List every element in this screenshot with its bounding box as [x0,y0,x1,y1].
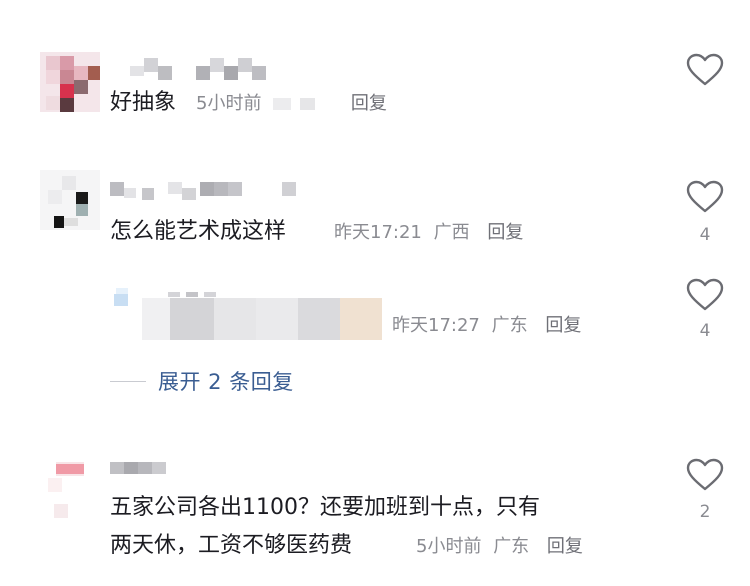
like-count: 2 [699,502,711,522]
reply-meta: 昨天17:27 广东 回复 [392,314,581,338]
expand-replies-button[interactable]: 展开 2 条回复 [110,366,294,396]
comment-location [273,98,334,110]
reply-avatar[interactable] [110,280,140,310]
expand-replies-label: 展开 2 条回复 [158,370,294,394]
expand-divider [110,380,146,382]
like-heart-icon[interactable] [686,180,724,214]
reply-button[interactable]: 回复 [351,93,387,114]
comment-meta: 5小时前 回复 [196,92,387,116]
avatar[interactable] [40,170,100,230]
comment-meta: 昨天17:21 广西 回复 [334,221,523,245]
comment-text: 五家公司各出1100？还要加班到十点，只有 [110,495,540,520]
username[interactable] [110,178,300,202]
comment-text: 两天休，工资不够医药费 [110,533,353,558]
username[interactable] [130,58,270,84]
comment-time: 5小时前 [196,93,262,114]
reply-location: 广东 [491,315,528,336]
reply-button[interactable]: 回复 [487,222,523,243]
reply-button[interactable]: 回复 [547,536,583,557]
comment-text: 好抽象 [110,90,177,115]
like-heart-icon[interactable] [686,53,724,87]
comment-time: 5小时前 [416,536,482,557]
comment-text: 怎么能艺术成这样 [110,219,287,244]
comment-location: 广东 [493,536,530,557]
avatar[interactable] [40,460,100,520]
username[interactable] [110,460,170,476]
reply-button[interactable]: 回复 [545,315,581,336]
comment-meta: 5小时前 广东 回复 [416,535,583,559]
reply-text-redacted [142,298,382,340]
like-heart-icon[interactable] [686,458,724,492]
avatar[interactable] [40,52,100,112]
like-heart-icon[interactable] [686,278,724,312]
comment-time: 昨天17:21 [334,222,422,243]
reply-username[interactable] [168,290,218,298]
comment-location: 广西 [433,222,470,243]
like-count: 4 [699,321,711,341]
reply-time: 昨天17:27 [392,315,480,336]
like-count: 4 [699,225,711,245]
